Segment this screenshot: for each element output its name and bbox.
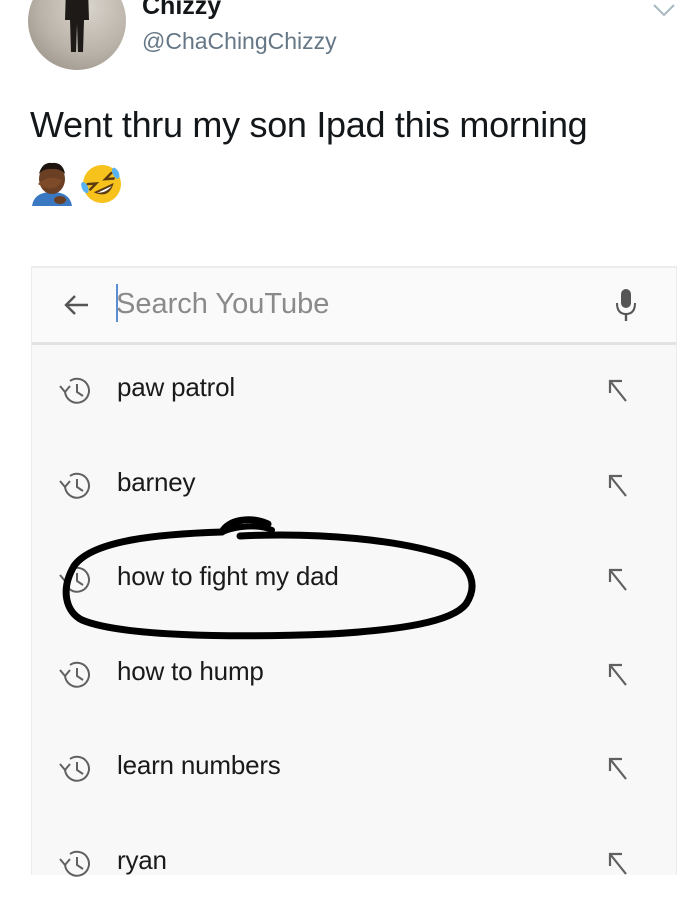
- suggestion-item[interactable]: how to hump: [32, 627, 676, 722]
- history-icon: [56, 753, 94, 785]
- avatar-figure: [62, 0, 92, 52]
- suggestion-label: barney: [117, 467, 195, 498]
- suggestion-label: learn numbers: [117, 750, 281, 781]
- avatar[interactable]: [28, 0, 126, 70]
- emoji-facepalm-laugh: [30, 162, 130, 206]
- tweet: Chizzy @ChaChingChizzy Went thru my son …: [0, 0, 700, 262]
- mic-icon[interactable]: [614, 288, 638, 322]
- history-icon: [56, 470, 94, 502]
- arrow-up-left-icon[interactable]: [606, 472, 630, 500]
- display-name[interactable]: Chizzy: [142, 0, 221, 21]
- chevron-down-icon[interactable]: [652, 2, 676, 18]
- tweet-text: Went thru my son Ipad this morning: [30, 104, 587, 146]
- suggestion-label: ryan: [117, 845, 167, 876]
- laughing-emoji-icon: [76, 162, 128, 206]
- youtube-search-panel: paw patrol barney ho: [31, 266, 677, 875]
- search-input[interactable]: [116, 282, 596, 326]
- suggestion-item[interactable]: paw patrol: [32, 343, 676, 438]
- arrow-up-left-icon[interactable]: [606, 566, 630, 594]
- text-cursor: [116, 284, 118, 322]
- arrow-up-left-icon[interactable]: [606, 661, 630, 689]
- suggestion-item[interactable]: learn numbers: [32, 721, 676, 816]
- suggestion-label: how to fight my dad: [117, 561, 339, 592]
- suggestion-list: paw patrol barney ho: [32, 343, 676, 910]
- emoji-row: [30, 162, 130, 206]
- suggestion-label: how to hump: [117, 656, 264, 687]
- suggestion-item[interactable]: barney: [32, 438, 676, 533]
- search-bar: [32, 266, 676, 345]
- arrow-left-icon[interactable]: [62, 290, 92, 320]
- suggestion-item[interactable]: ryan: [32, 816, 676, 910]
- history-icon: [56, 375, 94, 407]
- facepalm-emoji-icon: [32, 163, 72, 206]
- suggestion-item-circled[interactable]: how to fight my dad: [32, 532, 676, 627]
- handle[interactable]: @ChaChingChizzy: [142, 28, 337, 55]
- history-icon: [56, 564, 94, 596]
- arrow-up-left-icon[interactable]: [606, 377, 630, 405]
- suggestion-label: paw patrol: [117, 372, 235, 403]
- arrow-up-left-icon[interactable]: [606, 755, 630, 783]
- history-icon: [56, 659, 94, 691]
- arrow-up-left-icon[interactable]: [606, 850, 630, 878]
